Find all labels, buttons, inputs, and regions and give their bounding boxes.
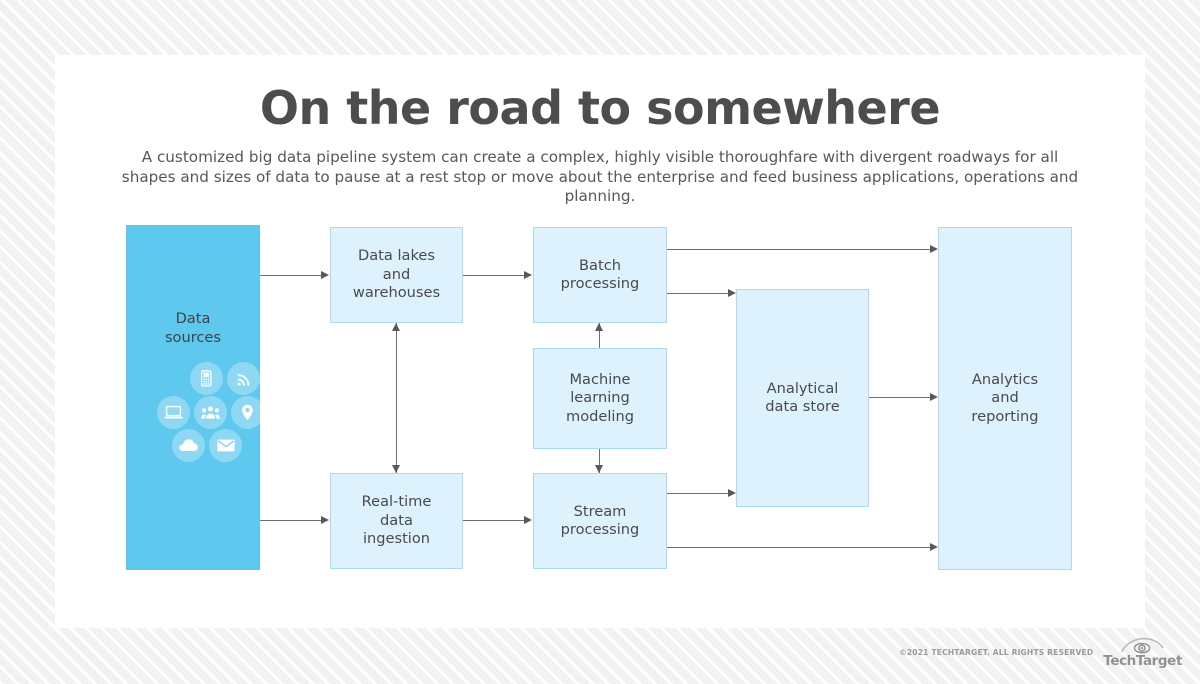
arrowhead-ml-to-stream: [595, 465, 603, 473]
arrowhead-sources-to-ingestion: [321, 516, 329, 524]
node-data-sources-label: Data sources: [164, 310, 222, 346]
connector-lakes-to-batch: [463, 275, 525, 276]
node-analytical-data-store-label: Analytical data store: [765, 379, 840, 416]
rss-signal-icon: [227, 362, 260, 395]
page-root: On the road to somewhere A customized bi…: [0, 0, 1200, 684]
arrowhead-sources-to-lakes: [321, 271, 329, 279]
cloud-icon: [172, 429, 205, 462]
arrowhead-lakes-ingestion-up: [392, 323, 400, 331]
node-analytics-and-reporting-label: Analytics and reporting: [971, 370, 1039, 425]
pipeline-diagram: Data sources Data lakes and warehouses R…: [55, 55, 1145, 628]
connector-ingestion-to-stream: [463, 520, 525, 521]
mobile-phone-icon: [190, 362, 223, 395]
node-batch-processing-label: Batch processing: [560, 256, 640, 293]
arrowhead-batch-to-store: [728, 289, 736, 297]
node-batch-processing[interactable]: Batch processing: [533, 227, 667, 323]
arrowhead-lakes-ingestion-down: [392, 465, 400, 473]
location-pin-icon: [231, 396, 264, 429]
connector-sources-to-lakes: [260, 275, 322, 276]
node-analytical-data-store[interactable]: Analytical data store: [736, 289, 869, 507]
data-source-icon-cluster: [157, 362, 289, 472]
copyright-notice: ©2021 TECHTARGET. ALL RIGHTS RESERVED: [899, 647, 1094, 657]
node-real-time-data-ingestion-label: Real-time data ingestion: [361, 493, 432, 548]
laptop-icon: [157, 396, 190, 429]
connector-stream-to-analytics: [667, 547, 934, 548]
envelope-icon: [209, 429, 242, 462]
node-data-lakes-and-warehouses[interactable]: Data lakes and warehouses: [330, 227, 463, 323]
footer: ©2021 TECHTARGET. ALL RIGHTS RESERVED Te…: [899, 637, 1182, 669]
techtarget-logo: TechTarget: [1103, 637, 1182, 669]
node-data-sources[interactable]: Data sources: [126, 225, 264, 570]
connector-batch-to-store: [667, 293, 732, 294]
node-real-time-data-ingestion[interactable]: Real-time data ingestion: [330, 473, 463, 569]
connector-batch-to-analytics: [667, 249, 934, 250]
eye-logo-icon: [1120, 637, 1164, 653]
node-machine-learning-modeling-label: Machine learning modeling: [565, 370, 634, 425]
node-stream-processing[interactable]: Stream processing: [533, 473, 667, 569]
connector-lakes-ingestion-two-way: [396, 323, 397, 473]
arrowhead-store-to-analytics: [930, 393, 938, 401]
arrowhead-stream-to-store: [728, 489, 736, 497]
arrowhead-batch-to-analytics: [930, 245, 938, 253]
connector-store-to-analytics: [869, 397, 934, 398]
node-analytics-and-reporting[interactable]: Analytics and reporting: [938, 227, 1072, 570]
arrowhead-ml-to-batch: [595, 323, 603, 331]
arrowhead-lakes-to-batch: [524, 271, 532, 279]
arrowhead-stream-to-analytics: [930, 543, 938, 551]
connector-sources-to-ingestion: [260, 520, 322, 521]
node-data-lakes-and-warehouses-label: Data lakes and warehouses: [352, 247, 441, 302]
connector-stream-to-store: [667, 493, 732, 494]
node-stream-processing-label: Stream processing: [560, 502, 640, 539]
people-group-icon: [194, 396, 227, 429]
arrowhead-ingestion-to-stream: [524, 516, 532, 524]
techtarget-wordmark: TechTarget: [1103, 652, 1182, 669]
node-machine-learning-modeling[interactable]: Machine learning modeling: [533, 348, 667, 449]
content-card: On the road to somewhere A customized bi…: [55, 55, 1145, 628]
